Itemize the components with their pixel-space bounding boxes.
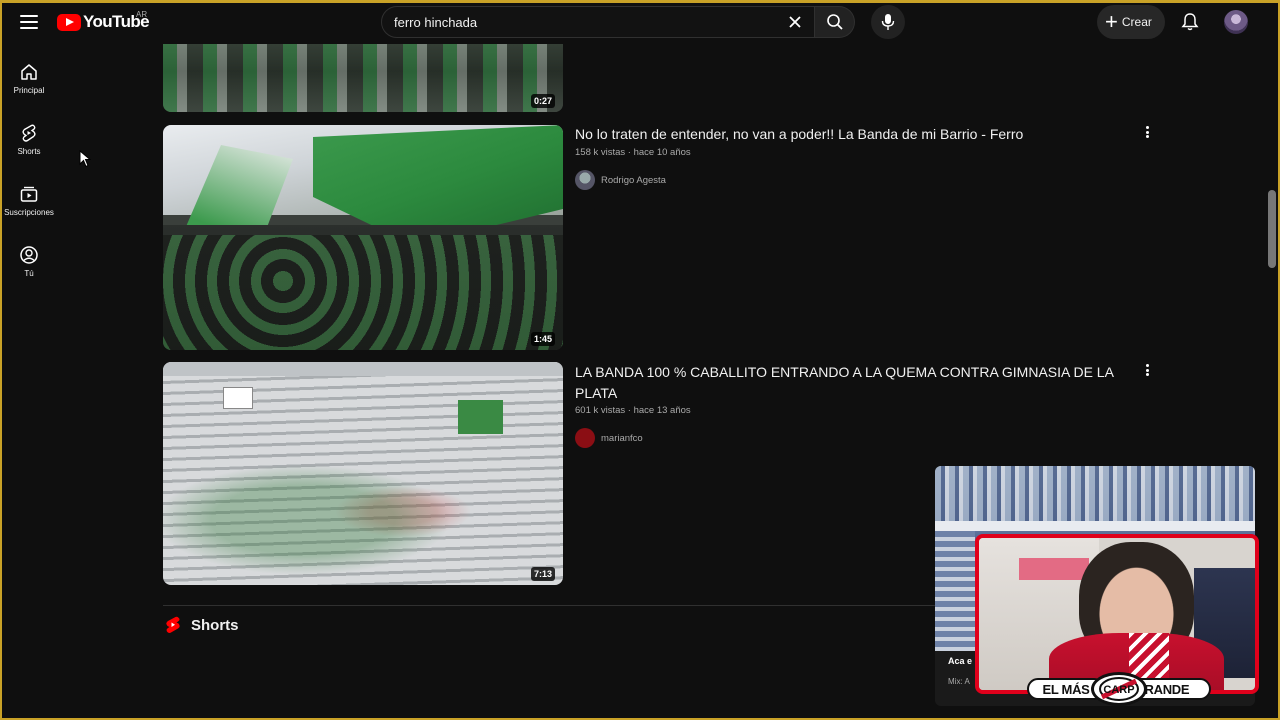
search-query: ferro hinchada <box>394 15 478 30</box>
plus-icon: + <box>1105 9 1118 34</box>
create-button[interactable]: + Crear <box>1097 5 1165 39</box>
duration-badge: 7:13 <box>530 567 555 581</box>
more-options-icon[interactable] <box>1140 124 1154 140</box>
scrollbar-thumb[interactable] <box>1268 190 1276 268</box>
youtube-logo[interactable]: YouTube AR <box>57 10 150 32</box>
create-label: Crear <box>1121 15 1152 29</box>
bell-icon[interactable] <box>1180 12 1200 32</box>
shorts-logo-icon <box>166 616 180 633</box>
video-thumbnail[interactable]: 0:27 <box>163 44 563 112</box>
channel-avatar <box>575 428 595 448</box>
webcam-feed <box>975 534 1259 694</box>
miniplayer-subtitle: Mix: A <box>948 677 970 686</box>
search-button[interactable] <box>815 6 855 38</box>
channel-avatar <box>575 170 595 190</box>
home-icon <box>21 64 37 80</box>
search-icon <box>826 14 843 30</box>
sidebar-item-label: Suscripciones <box>4 208 54 217</box>
microphone-icon <box>881 14 895 30</box>
video-title[interactable]: No lo traten de entender, no van a poder… <box>575 124 1115 145</box>
video-metadata: 601 k vistas · hace 13 años <box>575 405 691 416</box>
sidebar-item-suscripciones[interactable]: Suscripciones <box>0 180 58 236</box>
subscriptions-icon <box>20 186 38 202</box>
miniplayer-title: Aca e <box>948 656 973 666</box>
you-icon <box>20 246 38 264</box>
channel-name: Rodrigo Agesta <box>601 174 666 186</box>
sidebar-item-label: Tú <box>24 269 34 278</box>
shorts-shelf-header: Shorts <box>165 616 239 634</box>
account-avatar[interactable] <box>1224 10 1248 34</box>
video-thumbnail[interactable]: 7:13 <box>163 362 563 585</box>
duration-badge: 0:27 <box>530 94 555 108</box>
video-thumbnail[interactable]: 1:45 <box>163 125 563 350</box>
play-logo-icon <box>57 13 81 31</box>
masthead: YouTube AR ferro hinchada + Crear <box>0 0 1280 44</box>
streamer-banner: EL MÁS GRANDE CARP <box>1027 672 1211 706</box>
video-metadata: 158 k vistas · hace 10 años <box>575 147 691 158</box>
country-code: AR <box>136 10 148 19</box>
shorts-title: Shorts <box>191 616 239 634</box>
sidebar-item-principal[interactable]: Principal <box>0 58 58 114</box>
streamer-overlay: Aca e Mix: A EL MÁS GRANDE CARP <box>935 466 1259 706</box>
mouse-cursor <box>79 149 92 173</box>
video-title[interactable]: LA BANDA 100 % CABALLITO ENTRANDO A LA Q… <box>575 362 1115 404</box>
channel-link[interactable]: Rodrigo Agesta <box>575 170 666 190</box>
sidebar-item-shorts[interactable]: Shorts <box>0 119 58 175</box>
sidebar-item-label: Shorts <box>17 147 41 156</box>
menu-icon[interactable] <box>18 12 40 32</box>
channel-name: marianfco <box>601 432 643 444</box>
duration-badge: 1:45 <box>530 332 555 346</box>
svg-text:CARP: CARP <box>1103 684 1134 696</box>
sidebar-item-label: Principal <box>13 86 45 95</box>
channel-link[interactable]: marianfco <box>575 428 643 448</box>
sidebar-item-tu[interactable]: Tú <box>0 241 58 297</box>
more-options-icon[interactable] <box>1140 362 1154 378</box>
club-crest-icon: CARP <box>1091 672 1147 706</box>
shorts-icon <box>22 124 36 142</box>
close-icon[interactable] <box>786 13 804 31</box>
voice-search-button[interactable] <box>871 5 905 39</box>
search-input[interactable]: ferro hinchada <box>381 6 815 38</box>
